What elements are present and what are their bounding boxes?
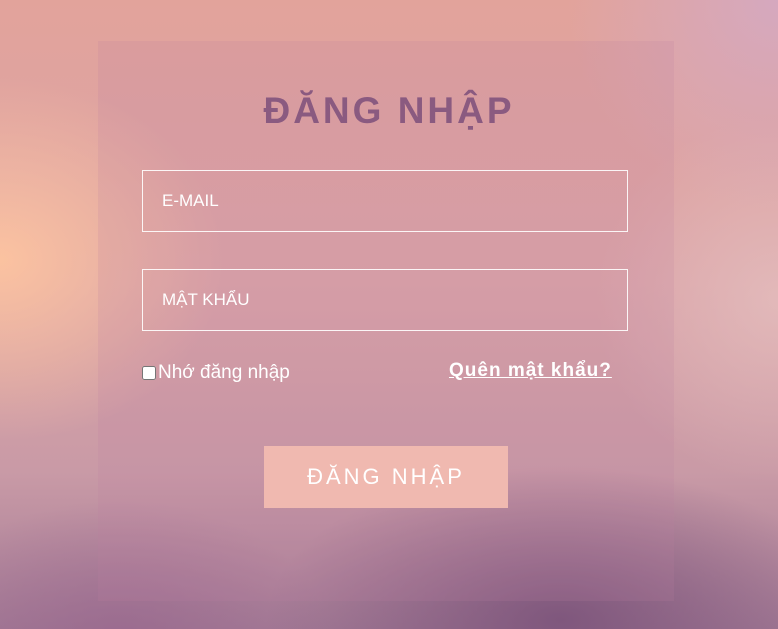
- email-field[interactable]: [142, 170, 628, 232]
- login-button[interactable]: ĐĂNG NHẬP: [264, 446, 508, 508]
- remember-me-checkbox[interactable]: [142, 366, 156, 380]
- forgot-password-link[interactable]: Quên mật khẩu?: [449, 360, 612, 382]
- password-field[interactable]: [142, 269, 628, 331]
- remember-me-label: Nhớ đăng nhập: [158, 362, 290, 383]
- page-title: ĐĂNG NHẬP: [263, 90, 515, 131]
- remember-me[interactable]: Nhớ đăng nhập: [142, 362, 290, 384]
